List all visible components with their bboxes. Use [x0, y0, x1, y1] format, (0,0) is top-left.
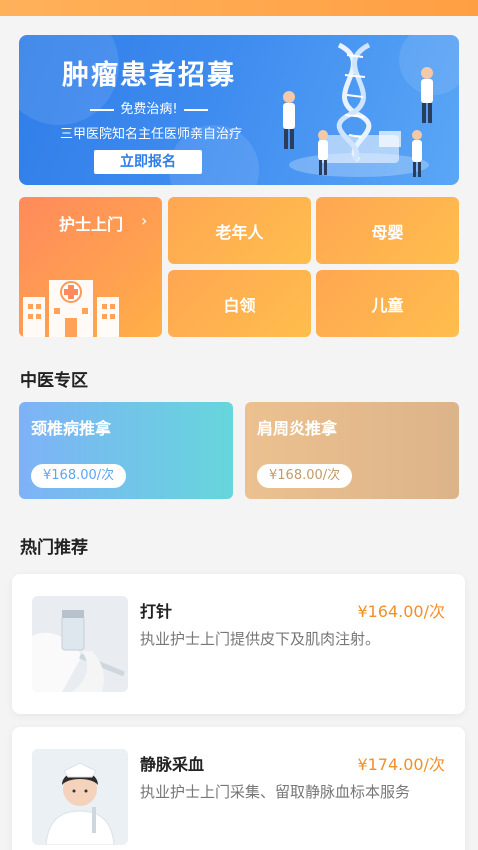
category-nurse-visit[interactable]: 护士上门 › — [19, 197, 162, 337]
injection-photo — [32, 596, 128, 692]
recruit-banner[interactable]: 肿瘤患者招募 免费治病! 三甲医院知名主任医师亲自治疗 立即报名 — [19, 35, 459, 185]
banner-description: 三甲医院知名主任医师亲自治疗 — [59, 127, 242, 142]
tcm-section-title: 中医专区 — [20, 371, 88, 391]
category-children[interactable]: 儿童 — [316, 270, 459, 337]
service-description: 执业护士上门提供皮下及肌肉注射。 — [140, 630, 381, 648]
tcm-card-price: ¥168.00/次 — [257, 464, 353, 488]
signup-button[interactable]: 立即报名 — [94, 150, 202, 174]
service-price: ¥164.00/次 — [357, 602, 445, 621]
category-maternal-infant[interactable]: 母婴 — [316, 197, 459, 264]
tcm-card-name: 肩周炎推拿 — [257, 419, 338, 438]
tcm-card-shoulder[interactable]: 肩周炎推拿 ¥168.00/次 — [245, 402, 459, 499]
service-card-injection[interactable]: 打针 ¥164.00/次 执业护士上门提供皮下及肌肉注射。 — [12, 574, 465, 714]
dna-doctors-illustration — [283, 42, 433, 177]
hot-section-title: 热门推荐 — [20, 538, 88, 558]
tcm-card-cervical[interactable]: 颈椎病推拿 ¥168.00/次 — [19, 402, 233, 499]
category-elderly-label: 老年人 — [215, 222, 264, 242]
nurse-photo — [32, 749, 128, 845]
banner-title: 肿瘤患者招募 — [62, 60, 236, 91]
service-price: ¥174.00/次 — [357, 755, 445, 774]
category-white-collar[interactable]: 白领 — [168, 270, 311, 337]
service-name: 打针 — [140, 602, 173, 621]
tcm-card-price: ¥168.00/次 — [31, 464, 127, 488]
category-elderly[interactable]: 老年人 — [168, 197, 311, 264]
hospital-icon — [23, 280, 119, 337]
service-description: 执业护士上门采集、留取静脉血标本服务 — [140, 783, 411, 801]
category-white-collar-label: 白领 — [223, 295, 256, 315]
tcm-card-name: 颈椎病推拿 — [31, 419, 112, 438]
status-bar — [0, 0, 478, 16]
category-children-label: 儿童 — [371, 295, 404, 315]
service-card-blood-draw[interactable]: 静脉采血 ¥174.00/次 执业护士上门采集、留取静脉血标本服务 — [12, 727, 465, 850]
category-maternal-infant-label: 母婴 — [371, 222, 404, 242]
category-nurse-visit-label: 护士上门 — [59, 215, 124, 234]
banner-subtitle: 免费治病! — [69, 98, 229, 117]
chevron-right-icon: › — [141, 211, 148, 230]
service-name: 静脉采血 — [140, 755, 205, 774]
